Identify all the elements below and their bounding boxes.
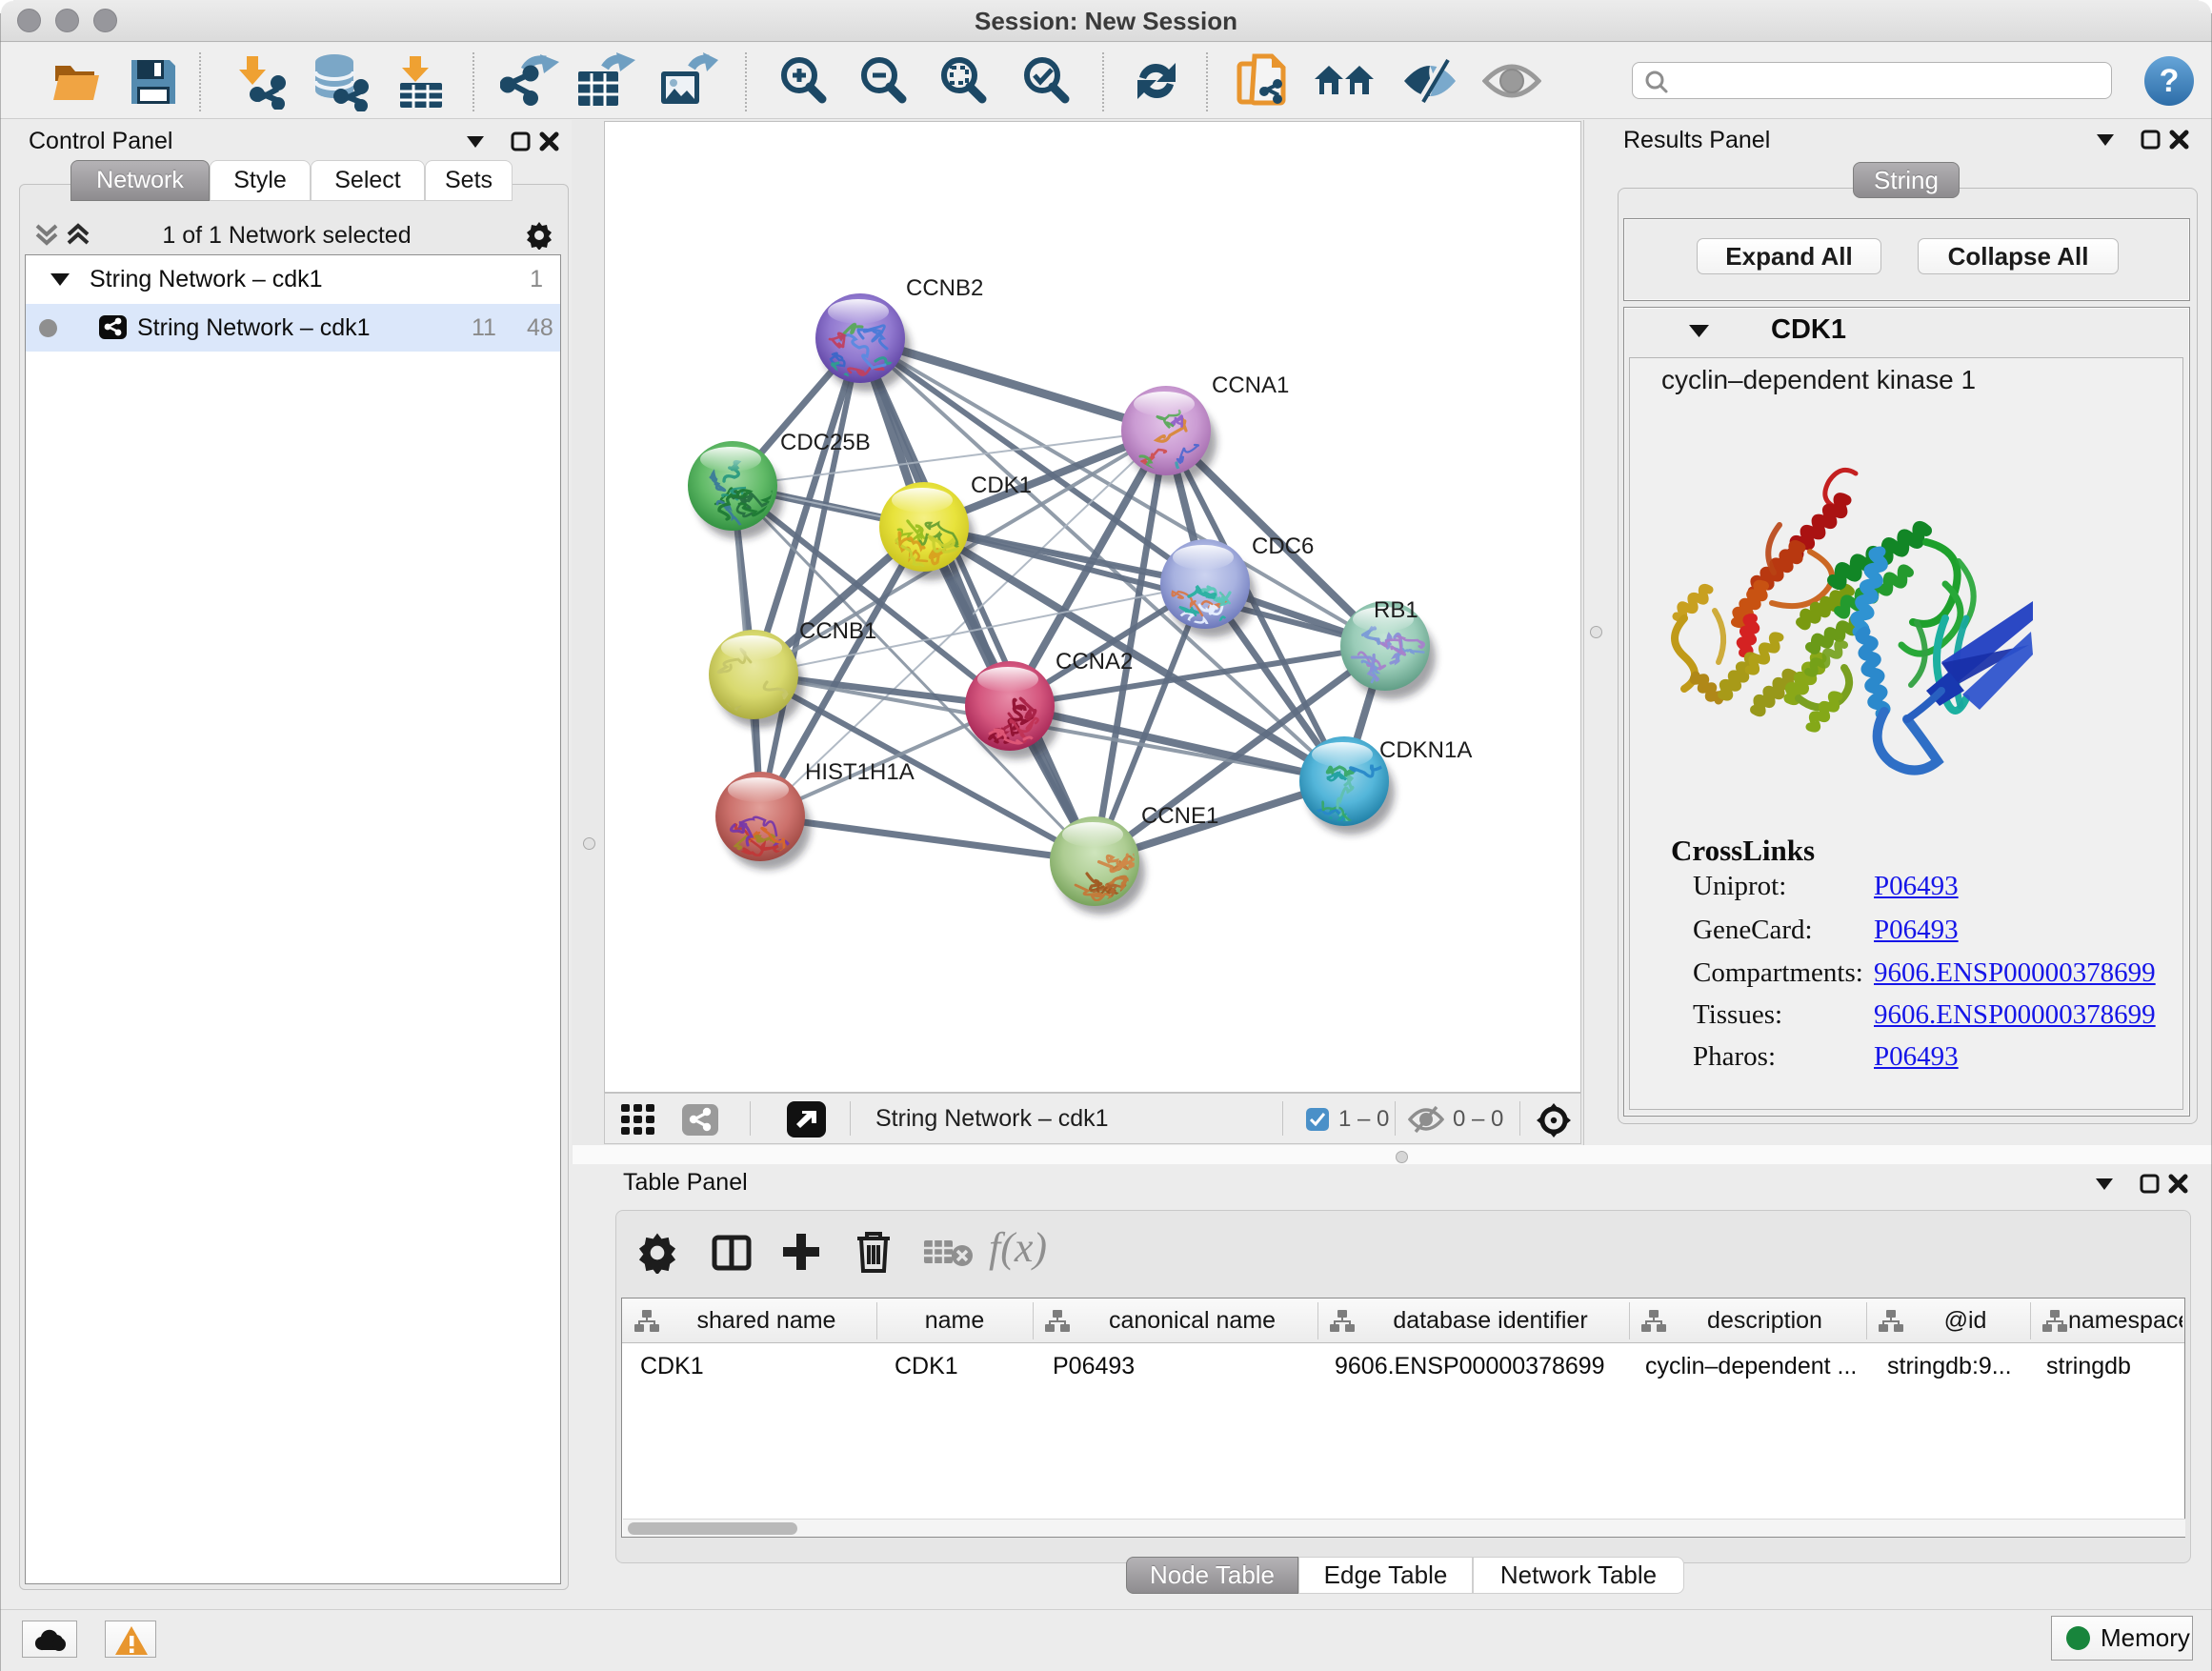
svg-text:CDKN1A: CDKN1A <box>1379 737 1472 763</box>
svg-text:CDC25B: CDC25B <box>780 430 871 455</box>
svg-text:RB1: RB1 <box>1374 597 1418 623</box>
svg-text:CCNB2: CCNB2 <box>906 275 983 301</box>
svg-text:CCNA1: CCNA1 <box>1212 372 1289 398</box>
svg-text:HIST1H1A: HIST1H1A <box>805 759 915 785</box>
svg-text:CDC6: CDC6 <box>1252 534 1314 559</box>
svg-text:CCNA2: CCNA2 <box>1056 649 1133 674</box>
svg-text:CDK1: CDK1 <box>971 473 1032 498</box>
svg-text:CCNE1: CCNE1 <box>1141 803 1218 829</box>
svg-text:CCNB1: CCNB1 <box>799 618 876 644</box>
